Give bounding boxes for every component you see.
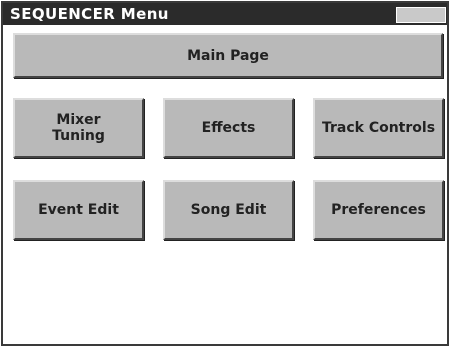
main-page-button[interactable]: Main Page [13,33,443,78]
song-edit-button-label: Song Edit [190,202,267,218]
window-title: SEQUENCER Menu [10,5,169,23]
mixer-tuning-button-label: Mixer Tuning [52,112,105,144]
preferences-button-label: Preferences [331,202,426,218]
main-page-button-label: Main Page [187,47,269,64]
effects-button-label: Effects [201,120,256,136]
track-controls-button[interactable]: Track Controls [313,98,444,158]
track-controls-button-label: Track Controls [321,120,436,136]
song-edit-button[interactable]: Song Edit [163,180,294,240]
title-bar-indicator [396,7,446,23]
effects-button[interactable]: Effects [163,98,294,158]
title-bar: SEQUENCER Menu [3,3,447,27]
event-edit-button[interactable]: Event Edit [13,180,144,240]
mixer-tuning-button[interactable]: Mixer Tuning [13,98,144,158]
event-edit-button-label: Event Edit [38,202,119,218]
preferences-button[interactable]: Preferences [313,180,444,240]
